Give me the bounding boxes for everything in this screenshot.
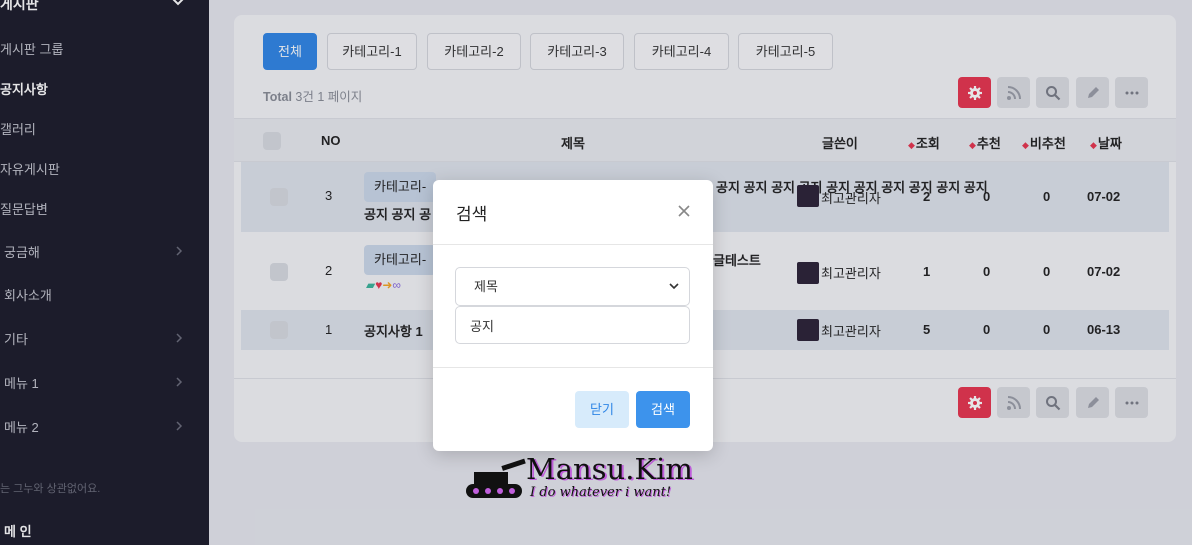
search-input[interactable]: [455, 306, 690, 344]
close-button[interactable]: 닫기: [575, 391, 629, 428]
divider: [433, 367, 713, 368]
close-icon[interactable]: [677, 204, 691, 218]
modal-title: 검색: [456, 205, 488, 224]
select-value: 제목: [474, 279, 498, 294]
chevron-down-icon: [669, 283, 679, 290]
search-field-select[interactable]: 제목: [455, 267, 690, 306]
tank-icon: [466, 458, 526, 498]
logo-name: Mansu.Kim: [526, 452, 693, 486]
site-logo[interactable]: Mansu.Kim I do whatever i want!: [460, 452, 700, 508]
search-modal: 검색 제목 닫기 검색: [433, 180, 713, 451]
divider: [433, 244, 713, 245]
search-submit-button[interactable]: 검색: [636, 391, 690, 428]
logo-tagline: I do whatever i want!: [530, 485, 672, 500]
